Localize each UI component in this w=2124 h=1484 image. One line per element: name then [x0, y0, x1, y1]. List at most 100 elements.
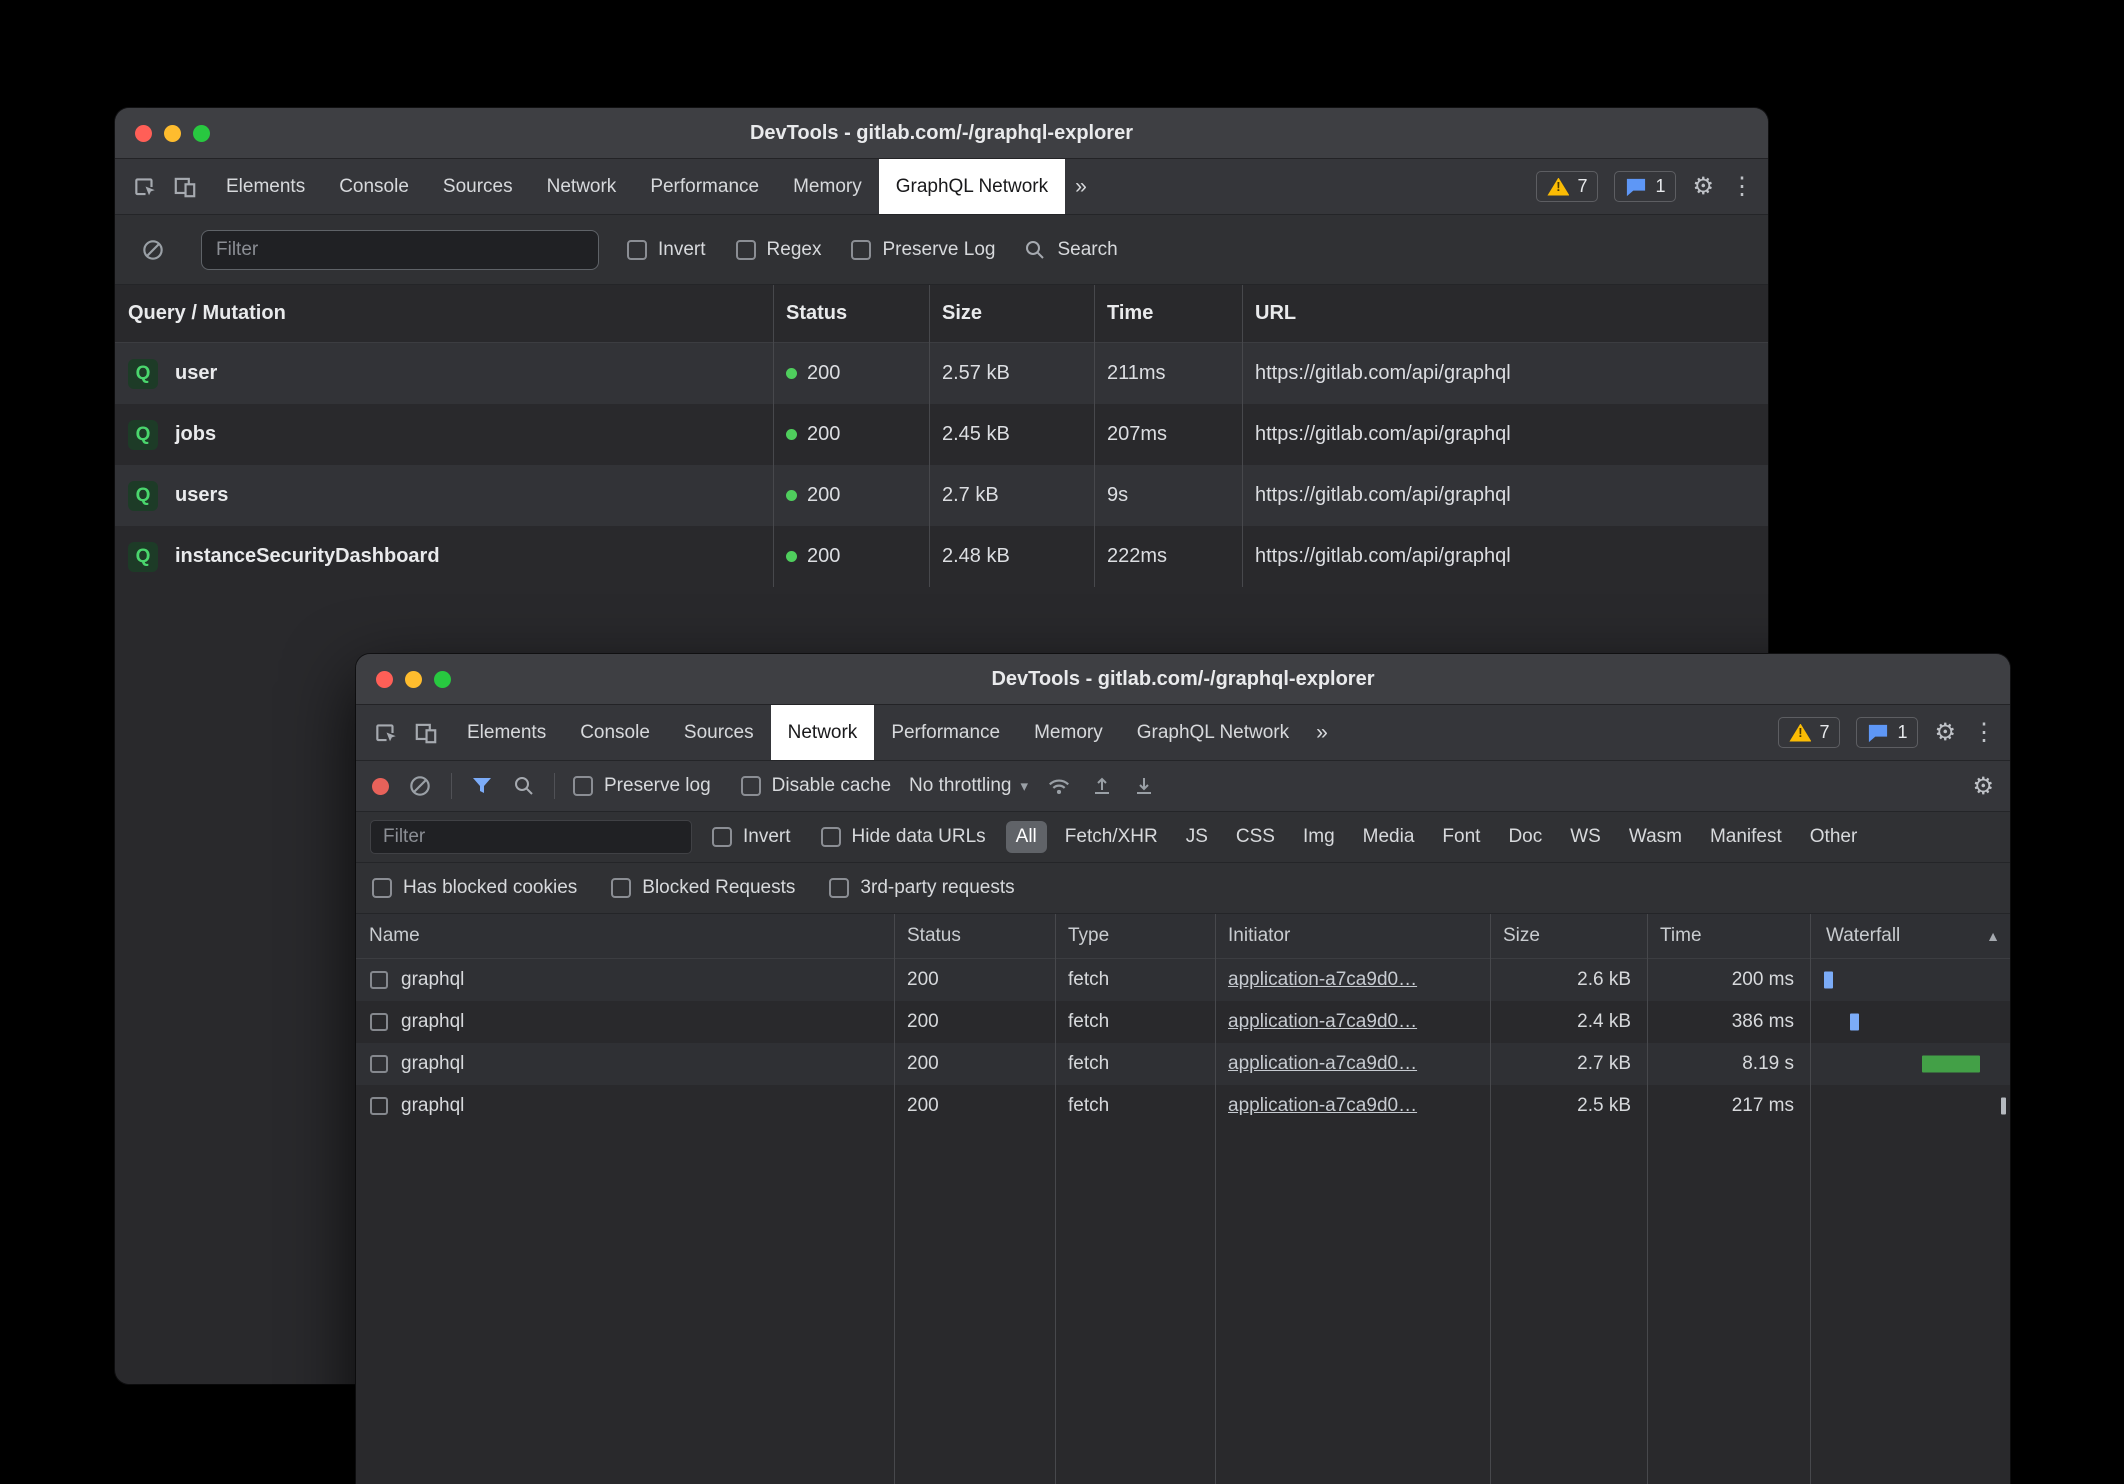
request-row-jobs[interactable]: Qjobs2002.45 kB207mshttps://gitlab.com/a… — [115, 404, 1768, 465]
clear-network-log-icon[interactable] — [407, 773, 433, 799]
has-blocked-cookies-checkbox[interactable] — [372, 878, 392, 898]
filter-input[interactable] — [201, 230, 599, 270]
column-header-initiator[interactable]: Initiator — [1215, 925, 1490, 947]
column-header-time[interactable]: Time — [1094, 302, 1242, 325]
column-header-time[interactable]: Time — [1647, 925, 1810, 947]
search-button[interactable]: Search — [1023, 238, 1117, 262]
row-checkbox[interactable] — [370, 1013, 388, 1031]
more-tabs-button[interactable]: » — [1065, 159, 1097, 214]
request-option-blocked-requests[interactable]: Blocked Requests — [611, 877, 795, 899]
network-conditions-icon[interactable] — [1046, 773, 1072, 799]
filter-option-hide-data-urls[interactable]: Hide data URLs — [821, 826, 986, 848]
close-button[interactable] — [135, 125, 152, 142]
network-filter-input[interactable] — [370, 820, 692, 854]
preserve-log-checkbox[interactable] — [573, 776, 593, 796]
tab-network[interactable]: Network — [530, 159, 634, 214]
fullscreen-button[interactable] — [434, 671, 451, 688]
column-header-name[interactable]: Name — [356, 925, 894, 947]
initiator-link[interactable]: application-a7ca9d0… — [1228, 969, 1490, 991]
3rd-party-requests-checkbox[interactable] — [829, 878, 849, 898]
column-divider[interactable] — [1055, 914, 1056, 1484]
filter-chip-css[interactable]: CSS — [1226, 821, 1285, 853]
regex-checkbox[interactable] — [736, 240, 756, 260]
column-divider[interactable] — [929, 285, 930, 587]
initiator-link[interactable]: application-a7ca9d0… — [1228, 1053, 1490, 1075]
filter-chip-font[interactable]: Font — [1432, 821, 1490, 853]
column-divider[interactable] — [1215, 914, 1216, 1484]
invert-checkbox[interactable] — [712, 827, 732, 847]
request-row-user[interactable]: Quser2002.57 kB211mshttps://gitlab.com/a… — [115, 343, 1768, 404]
request-row-graphql[interactable]: graphql200fetchapplication-a7ca9d0…2.4 k… — [356, 1001, 2010, 1043]
tab-memory[interactable]: Memory — [1017, 705, 1120, 760]
row-checkbox[interactable] — [370, 1097, 388, 1115]
hide-data-urls-checkbox[interactable] — [821, 827, 841, 847]
column-header-status[interactable]: Status — [894, 925, 1055, 947]
filter-chip-other[interactable]: Other — [1800, 821, 1868, 853]
minimize-button[interactable] — [405, 671, 422, 688]
request-option-has-blocked-cookies[interactable]: Has blocked cookies — [372, 877, 577, 899]
export-har-icon[interactable] — [1090, 774, 1114, 798]
tab-sources[interactable]: Sources — [667, 705, 771, 760]
tab-console[interactable]: Console — [563, 705, 667, 760]
request-row-graphql[interactable]: graphql200fetchapplication-a7ca9d0…2.6 k… — [356, 959, 2010, 1001]
search-icon[interactable] — [512, 774, 536, 798]
filter-chip-js[interactable]: JS — [1176, 821, 1218, 853]
column-divider[interactable] — [894, 914, 895, 1484]
warnings-badge[interactable]: 7 — [1778, 717, 1840, 748]
inspect-element-icon[interactable] — [125, 159, 165, 214]
column-divider[interactable] — [1647, 914, 1648, 1484]
settings-gear-icon[interactable]: ⚙ — [1692, 172, 1714, 201]
record-network-log-button[interactable] — [372, 778, 389, 795]
column-divider[interactable] — [1094, 285, 1095, 587]
preserve-log-checkbox[interactable] — [851, 240, 871, 260]
tab-performance[interactable]: Performance — [633, 159, 776, 214]
column-divider[interactable] — [1490, 914, 1491, 1484]
column-header-size[interactable]: Size — [1490, 925, 1647, 947]
tab-elements[interactable]: Elements — [450, 705, 563, 760]
column-header-url[interactable]: URL — [1242, 302, 1768, 325]
request-option-3rd-party-requests[interactable]: 3rd-party requests — [829, 877, 1014, 899]
filter-chip-doc[interactable]: Doc — [1498, 821, 1552, 853]
titlebar[interactable]: DevTools - gitlab.com/-/graphql-explorer — [356, 654, 2010, 705]
filter-option-regex[interactable]: Regex — [736, 239, 822, 261]
column-header-waterfall[interactable]: Waterfall ▲ — [1810, 925, 2010, 947]
filter-chip-media[interactable]: Media — [1353, 821, 1425, 853]
tab-network[interactable]: Network — [771, 705, 875, 760]
column-divider[interactable] — [773, 285, 774, 587]
request-row-graphql[interactable]: graphql200fetchapplication-a7ca9d0…2.5 k… — [356, 1085, 2010, 1127]
network-settings-gear-icon[interactable]: ⚙ — [1972, 772, 1994, 801]
throttling-dropdown[interactable]: No throttling ▾ — [909, 775, 1028, 797]
request-row-graphql[interactable]: graphql200fetchapplication-a7ca9d0…2.7 k… — [356, 1043, 2010, 1085]
column-header-size[interactable]: Size — [929, 302, 1094, 325]
row-checkbox[interactable] — [370, 971, 388, 989]
toolbar-option-preserve-log[interactable]: Preserve log — [573, 775, 711, 797]
fullscreen-button[interactable] — [193, 125, 210, 142]
more-tabs-button[interactable]: » — [1306, 705, 1338, 760]
filter-chip-wasm[interactable]: Wasm — [1619, 821, 1692, 853]
titlebar[interactable]: DevTools - gitlab.com/-/graphql-explorer — [115, 108, 1768, 159]
column-header-status[interactable]: Status — [773, 302, 929, 325]
tab-elements[interactable]: Elements — [209, 159, 322, 214]
close-button[interactable] — [376, 671, 393, 688]
row-checkbox[interactable] — [370, 1055, 388, 1073]
column-header-query-mutation[interactable]: Query / Mutation — [115, 302, 773, 325]
filter-chip-all[interactable]: All — [1006, 821, 1047, 853]
kebab-menu-icon[interactable]: ⋮ — [1730, 172, 1754, 201]
filter-option-invert[interactable]: Invert — [712, 826, 791, 848]
invert-checkbox[interactable] — [627, 240, 647, 260]
disable-cache-checkbox[interactable] — [741, 776, 761, 796]
toolbar-option-disable-cache[interactable]: Disable cache — [741, 775, 891, 797]
filter-chip-img[interactable]: Img — [1293, 821, 1345, 853]
blocked-requests-checkbox[interactable] — [611, 878, 631, 898]
settings-gear-icon[interactable]: ⚙ — [1934, 718, 1956, 747]
tab-console[interactable]: Console — [322, 159, 426, 214]
column-divider[interactable] — [1242, 285, 1243, 587]
initiator-link[interactable]: application-a7ca9d0… — [1228, 1095, 1490, 1117]
tab-sources[interactable]: Sources — [426, 159, 530, 214]
filter-chip-manifest[interactable]: Manifest — [1700, 821, 1792, 853]
warnings-badge[interactable]: 7 — [1536, 171, 1598, 202]
tab-graphql-network[interactable]: GraphQL Network — [879, 159, 1065, 214]
filter-funnel-icon[interactable] — [470, 774, 494, 798]
tab-performance[interactable]: Performance — [874, 705, 1017, 760]
column-header-type[interactable]: Type — [1055, 925, 1215, 947]
